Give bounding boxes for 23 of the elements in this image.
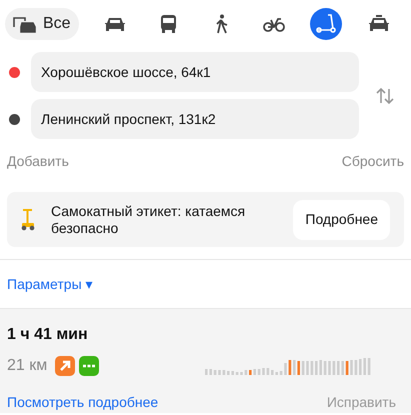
- swap-icon[interactable]: [376, 88, 394, 104]
- parameters-link[interactable]: Параметры ▾: [7, 274, 93, 294]
- more-button[interactable]: Подробнее: [293, 200, 390, 240]
- address-field[interactable]: Ленинский проспект, 131к2: [31, 99, 359, 139]
- taxi-icon: [368, 15, 389, 33]
- transport-mode-tab[interactable]: [310, 8, 342, 40]
- details-link[interactable]: Посмотреть подробнее: [7, 392, 158, 413]
- vehicles-icon: [13, 15, 37, 33]
- bicycle-icon: [262, 16, 285, 32]
- scooter-icon: [21, 208, 35, 230]
- route-duration: 1 ч 41 мин: [7, 325, 89, 345]
- dashed-lane-icon: [79, 356, 100, 376]
- reset-link[interactable]: Сбросить: [342, 151, 404, 172]
- promo-text: Самокатный этикет: катаемся безопасно: [51, 202, 246, 236]
- address-field[interactable]: Хорошёвское шоссе, 64к1: [31, 52, 359, 92]
- walking-person-icon: [214, 14, 228, 34]
- route-distance: 21 км: [7, 356, 48, 376]
- kick-scooter-icon: [316, 14, 336, 34]
- add-link[interactable]: Добавить: [7, 151, 69, 172]
- car-icon: [105, 16, 126, 32]
- bus-icon: [160, 15, 177, 33]
- all-modes-tab[interactable]: Все: [5, 8, 79, 40]
- fix-link[interactable]: Исправить: [326, 392, 396, 413]
